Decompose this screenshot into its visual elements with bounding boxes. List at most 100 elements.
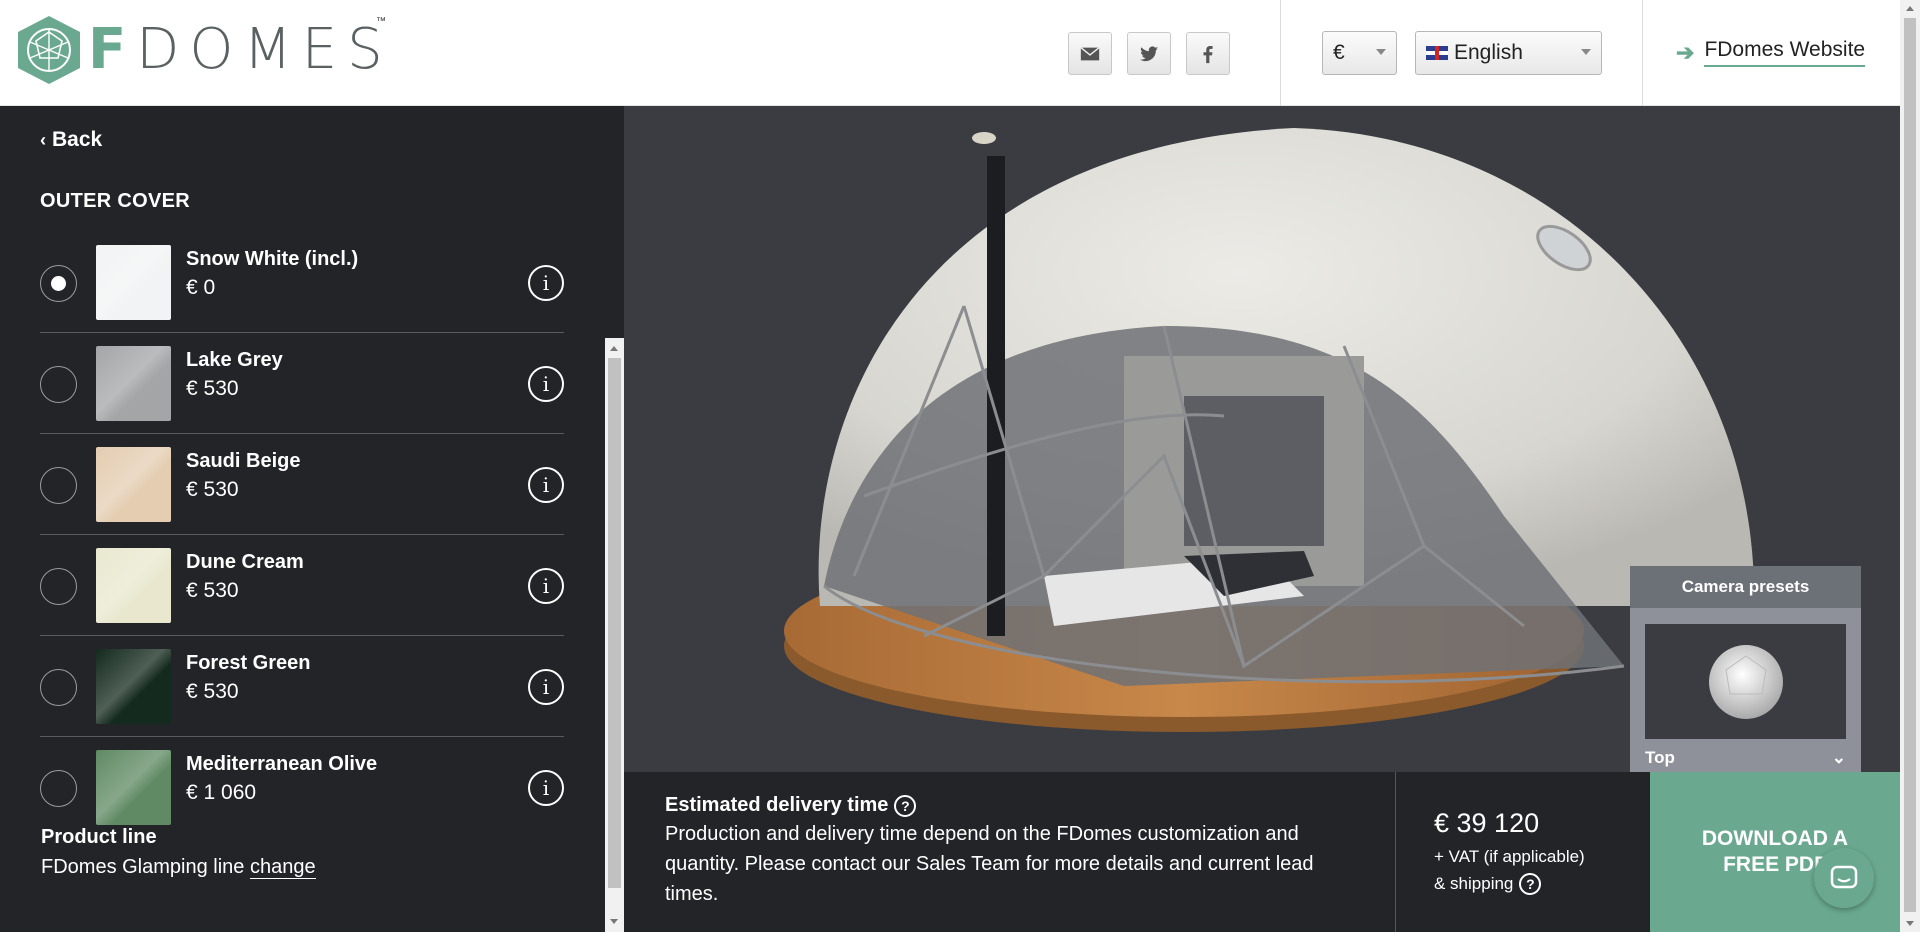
dome-top-view-icon: [1708, 644, 1783, 719]
arrow-right-icon: ➔: [1676, 39, 1695, 65]
vat-note: + VAT (if applicable): [1434, 847, 1585, 866]
currency-value: €: [1333, 41, 1345, 64]
cover-swatch[interactable]: [96, 346, 171, 421]
language-select[interactable]: English: [1415, 31, 1602, 75]
twitter-icon: [1139, 45, 1159, 61]
cover-options-list: Snow White (incl.) € 0 i Lake Grey € 530 i Sau…: [40, 232, 564, 828]
scroll-down-arrow-icon[interactable]: [1906, 921, 1914, 926]
price-summary: € 39 120 + VAT (if applicable) & shippin…: [1434, 808, 1585, 895]
cover-option[interactable]: Mediterranean Olive € 1 060 i: [40, 737, 564, 828]
shipping-note: & shipping: [1434, 874, 1514, 893]
delivery-info: Estimated delivery time ? Production and…: [665, 794, 1345, 909]
camera-preset-select[interactable]: Top ⌄: [1645, 748, 1846, 768]
download-pdf-button[interactable]: DOWNLOAD A FREE PDF: [1650, 772, 1900, 932]
section-title: OUTER COVER: [40, 190, 190, 212]
info-icon[interactable]: i: [528, 366, 564, 402]
cover-swatch[interactable]: [96, 245, 171, 320]
info-icon[interactable]: i: [528, 265, 564, 301]
cover-option[interactable]: Forest Green € 530 i: [40, 636, 564, 737]
cover-price: € 530: [186, 579, 239, 602]
scrollbar-thumb[interactable]: [608, 358, 621, 888]
product-line-name: FDomes Glamping line: [41, 856, 245, 878]
fdomes-logo[interactable]: FDOMES ™: [14, 14, 393, 86]
cover-option[interactable]: Saudi Beige € 530 i: [40, 434, 564, 535]
product-line-value: FDomes Glamping line change: [41, 856, 316, 879]
info-icon[interactable]: i: [528, 568, 564, 604]
facebook-icon: [1203, 45, 1213, 63]
cover-option[interactable]: Dune Cream € 530 i: [40, 535, 564, 636]
cover-radio[interactable]: [40, 568, 77, 605]
cover-swatch[interactable]: [96, 649, 171, 724]
chat-icon: [1830, 865, 1858, 889]
scroll-down-arrow-icon[interactable]: [610, 919, 618, 924]
total-price: € 39 120: [1434, 808, 1540, 838]
cover-price: € 530: [186, 478, 239, 501]
cover-price: € 530: [186, 680, 239, 703]
logo-wordmark: FDOMES: [88, 17, 393, 82]
facebook-button[interactable]: [1186, 32, 1230, 75]
cover-price: € 0: [186, 276, 216, 299]
social-links: [1068, 32, 1230, 75]
cover-radio[interactable]: [40, 265, 77, 302]
scroll-up-arrow-icon[interactable]: [610, 346, 618, 351]
shipping-note-row: & shipping ?: [1434, 873, 1585, 895]
delivery-text: Production and delivery time depend on t…: [665, 823, 1314, 905]
product-line-title: Product line: [41, 826, 157, 848]
cover-radio[interactable]: [40, 366, 77, 403]
dome-logo-icon: [18, 16, 80, 84]
options-scrollbar[interactable]: [605, 338, 624, 932]
cover-option[interactable]: Lake Grey € 530 i: [40, 333, 564, 434]
cover-name: Mediterranean Olive: [186, 753, 378, 775]
page-scrollbar-thumb[interactable]: [1904, 18, 1916, 912]
delivery-title: Estimated delivery time: [665, 794, 889, 816]
cover-swatch[interactable]: [96, 548, 171, 623]
cover-name: Dune Cream: [186, 551, 304, 573]
cover-name: Snow White (incl.): [186, 248, 359, 270]
help-icon[interactable]: ?: [1519, 873, 1542, 895]
scroll-up-arrow-icon[interactable]: [1906, 6, 1914, 11]
chevron-down-icon: [1581, 49, 1591, 55]
chevron-left-icon: ‹: [40, 129, 46, 150]
uk-flag-icon: [1426, 46, 1448, 60]
cover-radio[interactable]: [40, 669, 77, 706]
camera-presets-panel: Camera presets Top ⌄: [1630, 566, 1861, 788]
back-button[interactable]: ‹ Back: [40, 128, 102, 152]
delivery-title-row: Estimated delivery time ?: [665, 794, 1345, 817]
trademark-mark: ™: [376, 16, 386, 27]
cover-price: € 1 060: [186, 781, 257, 804]
configurator-sidebar: ‹ Back OUTER COVER Snow White (incl.) € 0…: [0, 106, 624, 932]
cover-name: Saudi Beige: [186, 450, 301, 472]
chevron-down-icon: [1376, 49, 1386, 55]
camera-presets-title: Camera presets: [1630, 566, 1861, 608]
email-button[interactable]: [1068, 32, 1112, 75]
email-icon: [1080, 46, 1100, 60]
help-icon[interactable]: ?: [894, 794, 917, 817]
info-icon[interactable]: i: [528, 467, 564, 503]
cover-radio[interactable]: [40, 467, 77, 504]
back-label: Back: [52, 128, 103, 151]
cover-price: € 530: [186, 377, 239, 400]
cover-radio[interactable]: [40, 770, 77, 807]
cover-name: Forest Green: [186, 652, 311, 674]
cover-swatch[interactable]: [96, 447, 171, 522]
language-value: English: [1454, 41, 1523, 64]
website-link-label: FDomes Website: [1704, 38, 1866, 67]
header-divider: [1280, 0, 1281, 106]
chat-launcher-button[interactable]: [1814, 848, 1874, 908]
summary-divider: [1395, 772, 1396, 932]
info-icon[interactable]: i: [528, 669, 564, 705]
currency-select[interactable]: €: [1322, 31, 1397, 75]
summary-bar: Estimated delivery time ? Production and…: [624, 772, 1900, 932]
cover-name: Lake Grey: [186, 349, 283, 371]
fdomes-website-link[interactable]: ➔ FDomes Website: [1676, 38, 1866, 67]
header-divider: [1642, 0, 1643, 106]
camera-preset-value: Top: [1645, 748, 1675, 767]
cover-swatch[interactable]: [96, 750, 171, 825]
camera-preset-thumbnail[interactable]: [1645, 624, 1846, 739]
page-scrollbar[interactable]: [1900, 0, 1920, 932]
info-icon[interactable]: i: [528, 770, 564, 806]
twitter-button[interactable]: [1127, 32, 1171, 75]
cover-option[interactable]: Snow White (incl.) € 0 i: [40, 232, 564, 333]
change-product-line-link[interactable]: change: [249, 856, 316, 879]
chevron-down-icon: ⌄: [1831, 748, 1846, 767]
